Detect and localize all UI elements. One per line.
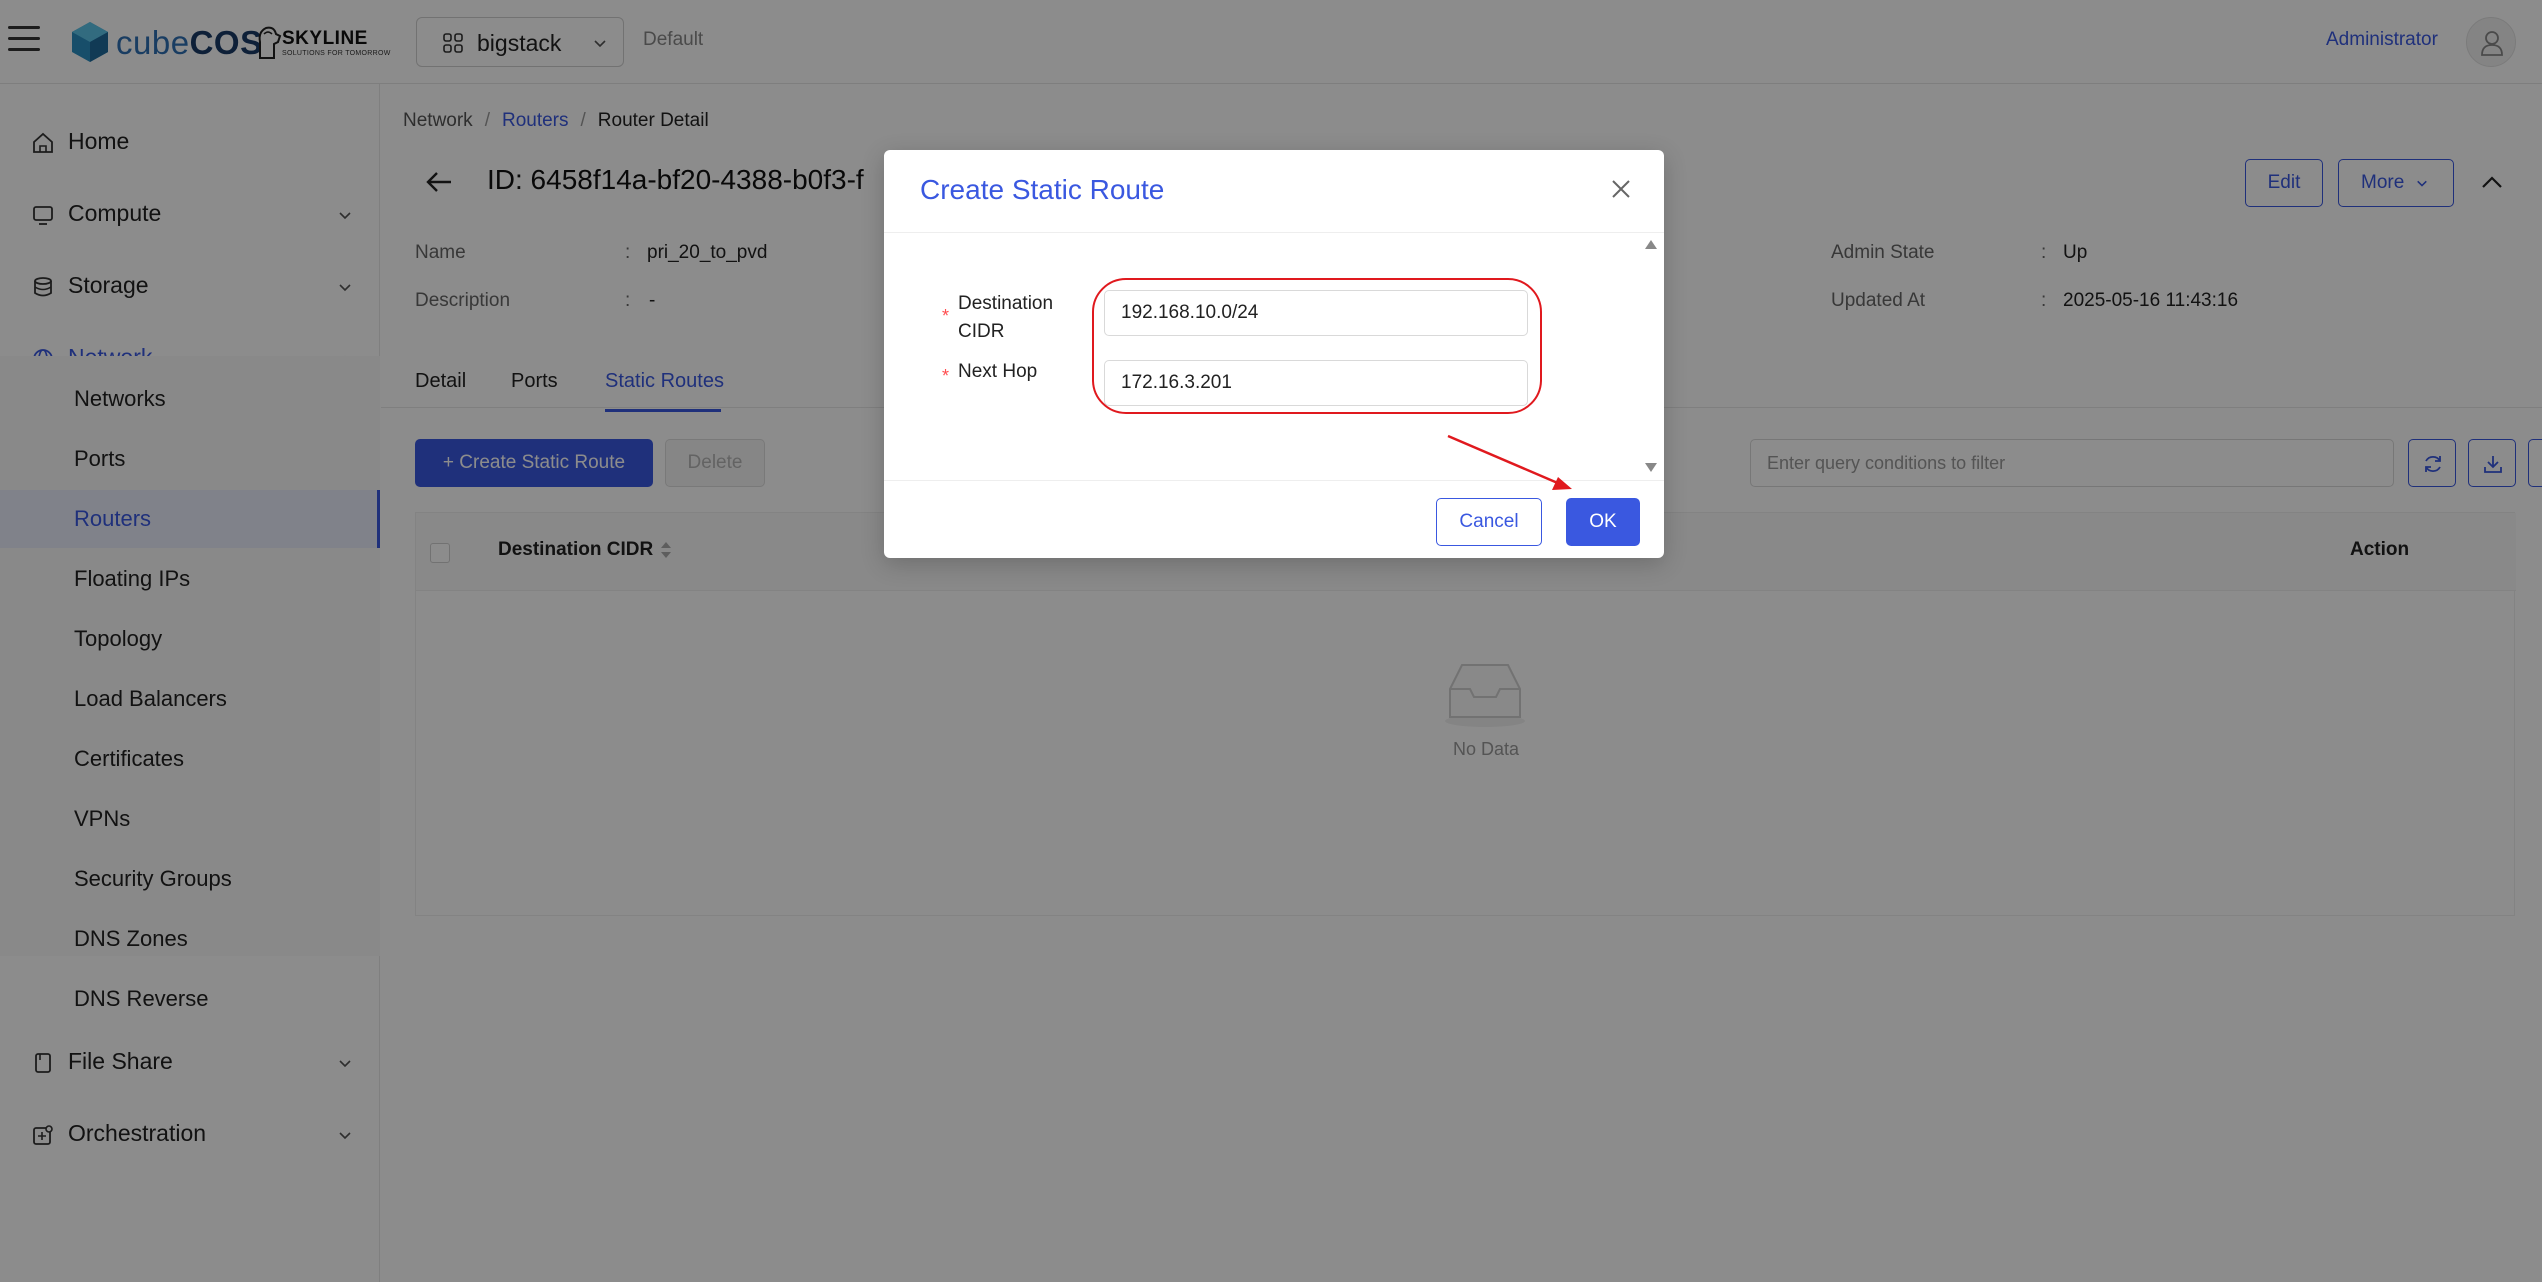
required-mark: * (942, 366, 950, 386)
dialog-title: Create Static Route (920, 174, 1165, 205)
scroll-down-icon[interactable] (1644, 462, 1658, 474)
required-mark: * (942, 306, 950, 326)
close-icon[interactable] (1610, 178, 1632, 200)
scroll-up-icon[interactable] (1644, 238, 1658, 250)
create-static-route-dialog: Create Static Route * Destination CIDR *… (884, 150, 1664, 558)
annotation-highlight (1092, 278, 1542, 414)
label-line-2: CIDR (958, 321, 1005, 342)
destination-cidr-label: Destination CIDR (958, 290, 1053, 346)
label-line-1: Destination (958, 293, 1054, 314)
divider (884, 232, 1664, 233)
next-hop-label: Next Hop (958, 361, 1038, 382)
divider (884, 480, 1664, 481)
cancel-button[interactable]: Cancel (1436, 498, 1542, 546)
ok-button[interactable]: OK (1566, 498, 1640, 546)
